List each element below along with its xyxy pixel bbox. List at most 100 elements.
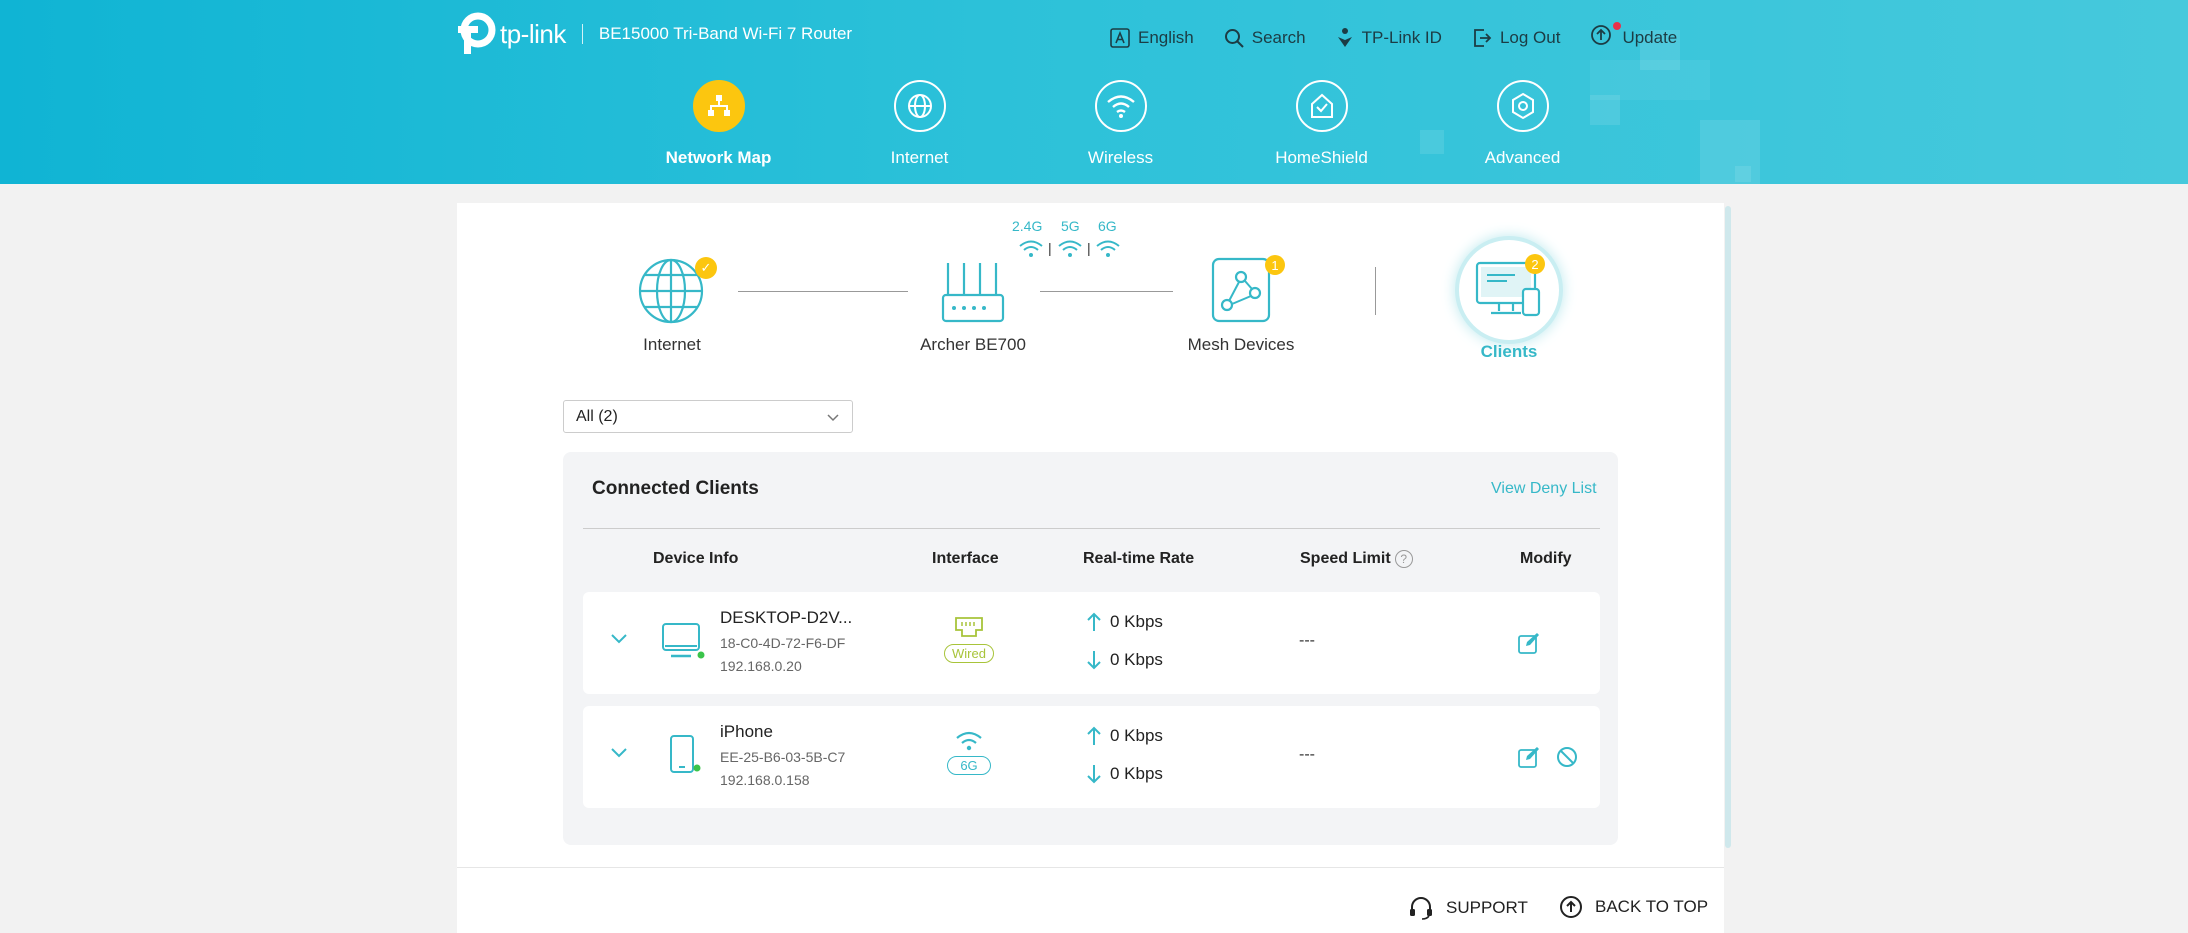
client-row[interactable]: iPhone EE-25-B6-03-5B-C7 192.168.0.158 6… [583, 706, 1600, 808]
column-device-info: Device Info [653, 550, 739, 567]
logout-icon [1474, 28, 1492, 47]
support-link[interactable]: SUPPORT [1408, 895, 1528, 921]
update-label: Update [1622, 27, 1678, 47]
column-rate: Real-time Rate [1083, 550, 1195, 567]
download-value: 0 Kbps [1110, 764, 1163, 783]
device-mac: EE-25-B6-03-5B-C7 [720, 749, 846, 765]
ethernet-icon [955, 617, 983, 637]
nav-internet[interactable]: Internet [819, 80, 1020, 168]
column-label: Speed Limit [1300, 550, 1391, 568]
homeshield-icon [1295, 80, 1348, 132]
topology-mesh[interactable]: 1 Mesh Devices [1141, 255, 1341, 355]
check-icon: ✓ [695, 257, 717, 279]
chevron-down-icon[interactable] [610, 632, 628, 646]
speed-limit-value: --- [1299, 746, 1315, 763]
decoration [1735, 166, 1751, 182]
nav-label: Wireless [1087, 148, 1154, 167]
interface-badge: 6G [947, 756, 991, 775]
mesh-count-badge: 1 [1265, 255, 1285, 275]
topology-clients[interactable]: 2 Clients [1409, 240, 1609, 362]
router-model: BE15000 Tri-Band Wi-Fi 7 Router [598, 24, 853, 43]
band-wifi-icon [1058, 240, 1082, 257]
band-wifi-icon [1019, 240, 1043, 257]
support-label: SUPPORT [1446, 898, 1528, 917]
network-topology: 2.4G 5G 6G | | ✓ Internet Archer BE700 1… [457, 203, 1724, 373]
speed-limit-value: --- [1299, 632, 1315, 649]
divider [583, 528, 1600, 529]
wifi-icon [1094, 80, 1147, 132]
desktop-icon [662, 623, 705, 659]
phone-icon [670, 735, 701, 773]
search-button[interactable]: Search [1224, 24, 1306, 51]
nav-homeshield[interactable]: HomeShield [1221, 80, 1422, 168]
nav-network-map[interactable]: Network Map [618, 80, 819, 168]
scrollbar[interactable] [1725, 206, 1731, 848]
nav-wireless[interactable]: Wireless [1020, 80, 1221, 168]
back-to-top-label: BACK TO TOP [1595, 897, 1709, 916]
edit-icon[interactable] [1518, 632, 1540, 654]
nav-label: Internet [890, 148, 949, 167]
tplink-id-label: TP-Link ID [1361, 27, 1442, 47]
download-arrow-icon [1087, 765, 1101, 784]
topology-internet[interactable]: ✓ Internet [572, 255, 772, 355]
globe-icon [893, 80, 946, 132]
download-arrow-icon [1087, 651, 1101, 670]
search-label: Search [1251, 27, 1306, 47]
upload-value: 0 Kbps [1110, 612, 1163, 631]
interface-cell: 6G [939, 730, 999, 775]
client-row[interactable]: DESKTOP-D2V... 18-C0-4D-72-F6-DF 192.168… [583, 592, 1600, 694]
filter-value: All (2) [576, 408, 618, 425]
update-icon [1591, 25, 1612, 45]
update-button[interactable]: Update [1590, 22, 1678, 51]
column-interface: Interface [932, 550, 999, 567]
nav-label: HomeShield [1275, 148, 1368, 167]
client-filter-select[interactable]: All (2) [563, 400, 853, 433]
topology-label: Internet [643, 335, 701, 354]
band-label: 2.4G [1012, 218, 1043, 234]
brand: tp-link BE15000 Tri-Band Wi-Fi 7 Router [456, 12, 852, 56]
logout-button[interactable]: Log Out [1472, 24, 1560, 51]
device-mac: 18-C0-4D-72-F6-DF [720, 635, 846, 651]
help-icon[interactable]: ? [1394, 550, 1413, 568]
footer [457, 867, 1724, 933]
decoration [1700, 120, 1760, 184]
band-wifi-icon [1096, 240, 1120, 257]
headset-icon [1410, 897, 1432, 920]
main-nav: Network Map Internet Wireless HomeShield… [618, 80, 1623, 168]
back-to-top-link[interactable]: BACK TO TOP [1559, 895, 1708, 919]
connection-divider [1375, 267, 1376, 315]
panel-title: Connected Clients [592, 478, 759, 499]
tplink-logo-icon [458, 12, 496, 54]
nav-label: Advanced [1484, 148, 1561, 167]
brand-divider [581, 24, 583, 44]
brand-name: tp-link [500, 18, 566, 49]
view-deny-list-link[interactable]: View Deny List [1491, 480, 1597, 498]
edit-icon[interactable] [1518, 746, 1540, 768]
upload-rate: 0 Kbps [1086, 726, 1163, 746]
upload-rate: 0 Kbps [1086, 612, 1163, 632]
column-speed-limit: Speed Limit? [1300, 550, 1413, 568]
device-ip: 192.168.0.158 [720, 772, 810, 788]
mesh-icon [1211, 257, 1271, 323]
download-rate: 0 Kbps [1086, 764, 1163, 784]
band-divider: | [1048, 240, 1052, 256]
band-label: 5G [1061, 218, 1080, 234]
chevron-down-icon [827, 414, 839, 422]
block-icon[interactable] [1556, 746, 1578, 768]
download-value: 0 Kbps [1110, 650, 1163, 669]
upload-arrow-icon [1087, 612, 1101, 631]
network-map-icon [692, 80, 745, 132]
nav-advanced[interactable]: Advanced [1422, 80, 1623, 168]
upload-arrow-icon [1087, 726, 1101, 745]
language-button[interactable]: English [1110, 24, 1194, 51]
search-icon [1224, 28, 1244, 48]
tplink-id-icon [1337, 27, 1352, 47]
chevron-down-icon[interactable] [610, 746, 628, 760]
wifi-icon [956, 731, 982, 751]
topology-router[interactable]: Archer BE700 [873, 261, 1073, 355]
column-modify: Modify [1520, 550, 1572, 567]
band-divider: | [1087, 240, 1091, 256]
upload-value: 0 Kbps [1110, 726, 1163, 745]
topology-label: Clients [1480, 342, 1538, 361]
tplink-id-button[interactable]: TP-Link ID [1336, 24, 1442, 51]
